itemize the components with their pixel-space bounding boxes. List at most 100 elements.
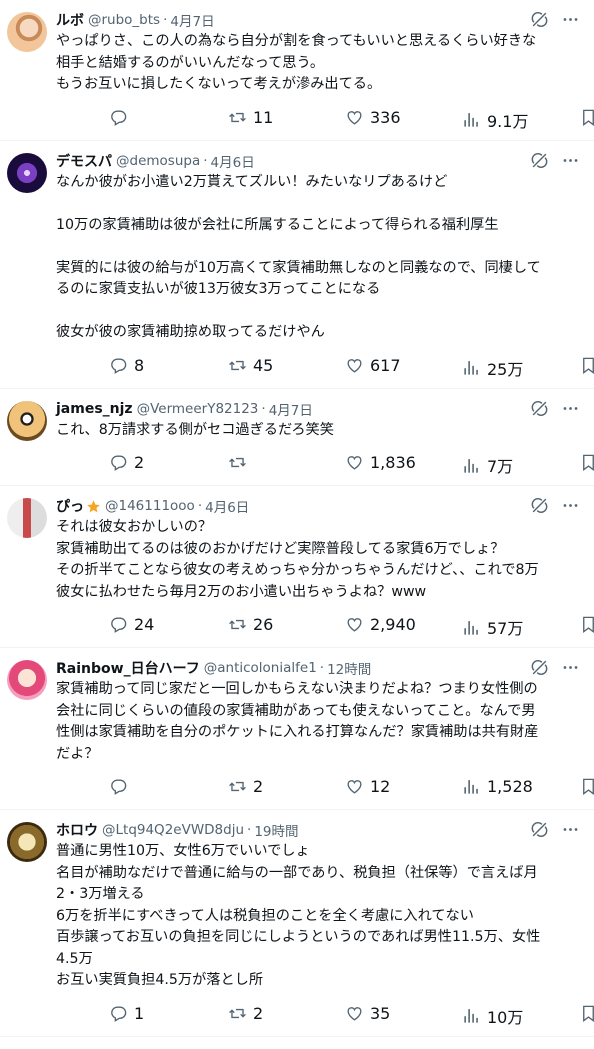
handle[interactable]: @Ltq94Q2eVWD8dju: [102, 822, 244, 838]
more-options-icon[interactable]: [561, 10, 580, 29]
tweet-header-actions: [530, 151, 580, 170]
like-button[interactable]: 336: [345, 108, 401, 127]
bookmark-button[interactable]: [579, 777, 594, 796]
bookmark-button[interactable]: [579, 356, 594, 375]
bookmark-button[interactable]: [579, 615, 594, 634]
avatar[interactable]: [7, 822, 47, 862]
reply-button[interactable]: [109, 777, 134, 796]
reply-count: 24: [134, 615, 155, 634]
tweet[interactable]: ルボ @rubo_bts · 4月7日 やっぱりさ、この人の為なら自分が割を食っ…: [0, 0, 594, 141]
views-button[interactable]: 10万: [462, 1004, 523, 1028]
more-options-icon[interactable]: [561, 658, 580, 677]
like-count: 617: [370, 355, 401, 375]
avatar[interactable]: [7, 12, 47, 52]
tweet-text-line: 相手と結婚するのがいいんだなって思う。: [56, 54, 325, 71]
handle[interactable]: @146111ooo: [105, 498, 195, 514]
display-name[interactable]: ホロウ: [56, 820, 98, 840]
like-button[interactable]: 35: [345, 1004, 390, 1023]
reply-button[interactable]: 2: [109, 453, 144, 472]
reply-button[interactable]: 8: [109, 356, 144, 375]
grok-icon[interactable]: [530, 820, 549, 839]
retweet-button[interactable]: 26: [228, 615, 273, 634]
bookmark-button[interactable]: [579, 453, 594, 472]
reply-button[interactable]: 24: [109, 615, 154, 634]
display-name[interactable]: Rainbow_日台ハーフ: [56, 658, 200, 678]
views-button[interactable]: 1,528: [462, 777, 533, 796]
timestamp[interactable]: 12時間: [327, 658, 371, 678]
more-options-icon[interactable]: [561, 820, 580, 839]
reply-button[interactable]: 1: [109, 1004, 144, 1023]
retweet-button[interactable]: 2: [228, 1004, 263, 1023]
tweet-header-actions: [530, 10, 580, 29]
display-name[interactable]: ルボ: [56, 10, 84, 30]
tweet[interactable]: james_njz @VermeerY82123 · 4月7日 これ、8万請求す…: [0, 389, 594, 486]
tweet[interactable]: デモスパ @demosupa · 4月6日 なんか彼がお小遣い2万貰えてズルい！…: [0, 141, 594, 389]
timestamp[interactable]: 4月7日: [170, 10, 214, 30]
tweet[interactable]: ホロウ @Ltq94Q2eVWD8dju · 19時間 普通に男性10万、女性6…: [0, 810, 594, 1037]
handle[interactable]: @demosupa: [116, 153, 200, 169]
views-button[interactable]: 25万: [462, 356, 523, 380]
views-button[interactable]: 57万: [462, 615, 523, 639]
like-count: 336: [370, 107, 401, 127]
grok-icon[interactable]: [530, 10, 549, 29]
timestamp[interactable]: 4月6日: [211, 151, 255, 171]
grok-icon[interactable]: [530, 496, 549, 515]
timestamp[interactable]: 4月6日: [205, 496, 249, 516]
views-button[interactable]: 9.1万: [462, 108, 528, 132]
tweet-text-line: [56, 301, 578, 323]
more-options-icon[interactable]: [561, 399, 580, 418]
tweet-header: デモスパ @demosupa · 4月6日: [56, 151, 578, 171]
display-name[interactable]: デモスパ: [56, 151, 112, 171]
avatar[interactable]: [7, 400, 47, 441]
tweet[interactable]: ぴっ @146111ooo · 4月6日 それは彼女おかしいの？ 家賃補助出てるの…: [0, 486, 594, 648]
retweet-button[interactable]: 2: [228, 777, 263, 796]
retweet-icon: [229, 457, 246, 468]
bookmark-button[interactable]: [579, 108, 594, 127]
heart-icon: [347, 110, 362, 125]
like-button[interactable]: 1,836: [345, 453, 416, 472]
tweet-text-line: [56, 236, 578, 258]
grok-icon[interactable]: [530, 399, 549, 418]
handle[interactable]: @VermeerY82123: [137, 401, 259, 417]
reply-button[interactable]: [109, 108, 134, 127]
tweet-text-line: それは彼女おかしいの？: [56, 519, 213, 535]
avatar[interactable]: [7, 152, 47, 193]
handle[interactable]: @rubo_bts: [88, 12, 160, 28]
retweet-icon: [229, 1008, 246, 1018]
reply-feed: ルボ @rubo_bts · 4月7日 やっぱりさ、この人の為なら自分が割を食っ…: [0, 0, 594, 1049]
view-count: 1,528: [487, 777, 533, 796]
avatar[interactable]: [7, 498, 47, 538]
timestamp[interactable]: 19時間: [254, 820, 298, 840]
separator-dot: ·: [247, 822, 252, 838]
bookmark-icon: [583, 357, 594, 374]
display-name[interactable]: ぴっ: [56, 496, 84, 516]
retweet-button[interactable]: 11: [228, 108, 273, 127]
tweet-text-line: 彼女が彼の家賃補助掠め取ってるだけやん: [56, 324, 325, 340]
more-options-icon[interactable]: [561, 151, 580, 170]
handle[interactable]: @anticolonialfe1: [204, 660, 317, 676]
views-button[interactable]: 7万: [462, 453, 513, 477]
like-button[interactable]: 12: [345, 777, 390, 796]
timestamp[interactable]: 4月7日: [269, 399, 313, 419]
retweet-count: 2: [253, 777, 264, 796]
tweet-text-line: 家賃補助って同じ家だと一回しかもらえない決まりだよね？つまり女性側の: [56, 681, 538, 697]
like-button[interactable]: 617: [345, 356, 401, 375]
view-count: 9.1万: [487, 111, 529, 131]
bookmark-icon: [583, 1005, 594, 1022]
more-options-icon[interactable]: [561, 496, 580, 515]
retweet-button[interactable]: 45: [228, 356, 273, 375]
grok-icon[interactable]: [530, 151, 549, 170]
heart-icon: [347, 780, 362, 794]
retweet-button[interactable]: [228, 453, 253, 472]
bookmark-button[interactable]: [579, 1004, 594, 1023]
retweet-count: 2: [253, 1003, 264, 1023]
display-name[interactable]: james_njz: [56, 401, 133, 417]
tweet-text-line: 彼女に払わせたら毎月2万のお小遣い出ちゃうよね？www: [56, 583, 427, 600]
tweet[interactable]: Rainbow_日台ハーフ @anticolonialfe1 · 12時間 家賃…: [0, 648, 594, 810]
reply-icon: [111, 617, 127, 633]
like-button[interactable]: 2,940: [345, 615, 416, 634]
tweet-header-actions: [530, 820, 580, 839]
views-chart-icon: [464, 1009, 478, 1023]
grok-icon[interactable]: [530, 658, 549, 677]
avatar[interactable]: [7, 660, 47, 700]
